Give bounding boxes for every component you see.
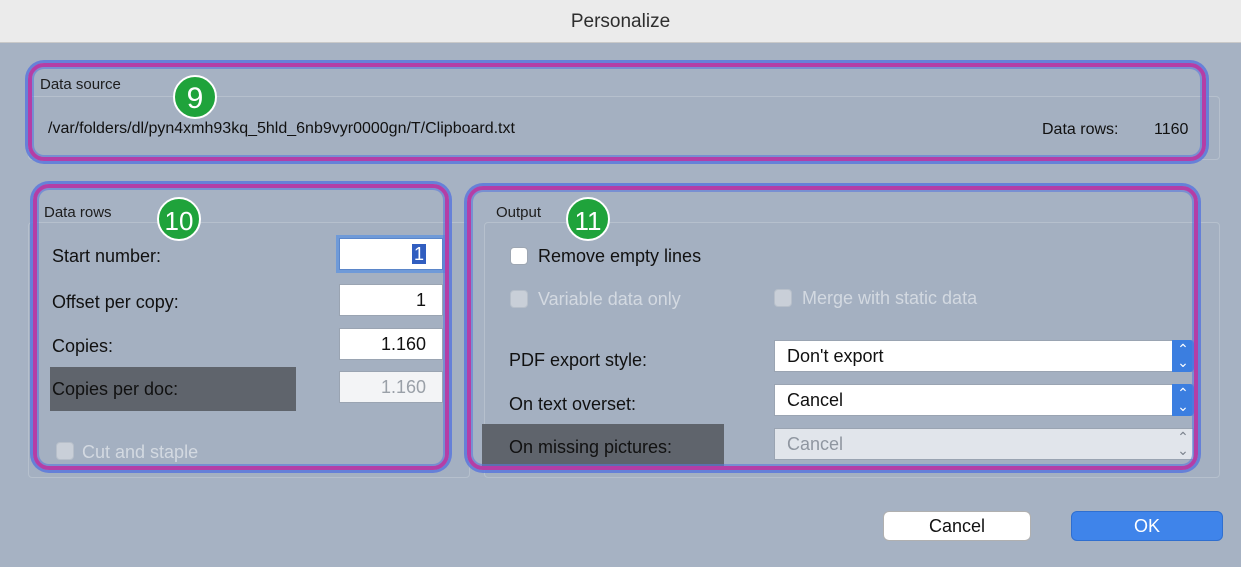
badge-10: 10: [157, 197, 201, 241]
ok-button[interactable]: OK: [1071, 511, 1223, 541]
annotation-frame-data-rows: [33, 184, 449, 470]
title-bar: Personalize: [0, 0, 1241, 43]
cancel-button[interactable]: Cancel: [883, 511, 1031, 541]
personalize-dialog: Personalize Data source /var/folders/dl/…: [0, 0, 1241, 567]
badge-9: 9: [173, 75, 217, 119]
badge-11: 11: [566, 197, 610, 241]
window-title: Personalize: [570, 11, 671, 32]
